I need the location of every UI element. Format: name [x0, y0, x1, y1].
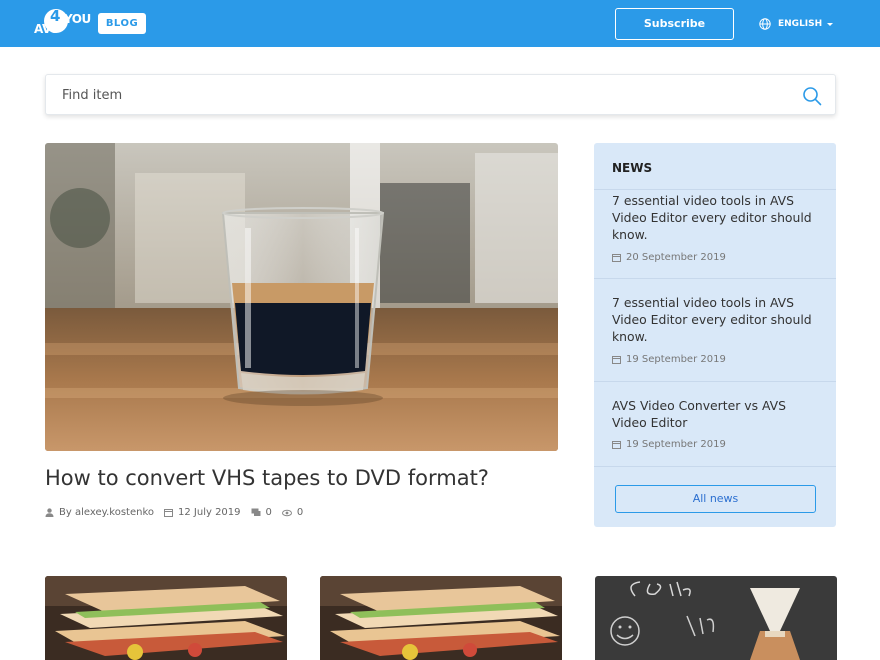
sandwich-photo — [320, 576, 562, 660]
coffee-glass-photo — [45, 143, 558, 451]
blog-badge[interactable]: BLOG — [98, 13, 146, 34]
logo-avs: AVS — [34, 22, 59, 36]
calendar-icon — [612, 356, 621, 364]
language-selector[interactable]: ENGLISH — [759, 16, 834, 32]
views-count: 0 — [296, 507, 304, 518]
post-author: By alexey.kostenko — [45, 507, 154, 518]
comment-icon — [251, 508, 261, 516]
all-news-button[interactable]: All news — [615, 485, 816, 513]
news-date-label: 19 September 2019 — [626, 439, 726, 450]
coffee-time-chalkboard-photo — [595, 576, 837, 660]
post-card-image[interactable] — [595, 576, 837, 660]
globe-icon — [759, 18, 771, 30]
post-views: 0 — [281, 507, 304, 518]
news-item[interactable]: AVS Video Converter vs AVS Video Editor … — [594, 381, 836, 467]
news-date-label: 20 September 2019 — [626, 252, 726, 263]
subscribe-button[interactable]: Subscribe — [615, 8, 734, 40]
news-divider — [594, 466, 836, 467]
post-meta: By alexey.kostenko 12 July 2019 0 0 — [45, 507, 313, 518]
featured-post-image[interactable] — [45, 143, 558, 451]
news-date-label: 19 September 2019 — [626, 354, 726, 365]
search-icon[interactable] — [802, 86, 822, 106]
news-heading: NEWS — [612, 161, 653, 175]
news-item[interactable]: 7 essential video tools in AVS Video Edi… — [594, 189, 836, 279]
avs4you-logo[interactable]: 4 AVS YOU — [34, 7, 91, 38]
news-item-date: 19 September 2019 — [612, 439, 726, 450]
calendar-icon — [612, 254, 621, 262]
news-item[interactable]: 7 essential video tools in AVS Video Edi… — [594, 278, 836, 382]
search-input[interactable] — [62, 85, 762, 105]
user-icon — [45, 508, 54, 517]
comments-count: 0 — [265, 507, 272, 518]
language-label: ENGLISH — [778, 19, 823, 29]
post-date: 12 July 2019 — [164, 507, 241, 518]
post-card-image[interactable] — [320, 576, 562, 660]
news-item-date: 19 September 2019 — [612, 354, 726, 365]
calendar-icon — [164, 509, 173, 517]
news-item-title[interactable]: AVS Video Converter vs AVS Video Editor — [612, 397, 822, 431]
post-comments: 0 — [251, 507, 272, 518]
news-item-title[interactable]: 7 essential video tools in AVS Video Edi… — [612, 294, 822, 345]
news-panel: NEWS 7 essential video tools in AVS Vide… — [594, 143, 836, 527]
news-item-title[interactable]: 7 essential video tools in AVS Video Edi… — [612, 192, 822, 243]
calendar-icon — [612, 441, 621, 449]
sandwich-photo — [45, 576, 287, 660]
post-card-image[interactable] — [45, 576, 287, 660]
top-header: 4 AVS YOU BLOG Subscribe ENGLISH — [0, 0, 880, 47]
logo-you: YOU — [64, 12, 91, 26]
featured-post-title[interactable]: How to convert VHS tapes to DVD format? — [45, 466, 489, 490]
search-bar — [45, 74, 836, 115]
news-item-date: 20 September 2019 — [612, 252, 726, 263]
author-label[interactable]: By alexey.kostenko — [59, 507, 154, 518]
chevron-down-icon — [827, 22, 834, 26]
date-label: 12 July 2019 — [178, 507, 241, 518]
eye-icon — [281, 509, 292, 516]
